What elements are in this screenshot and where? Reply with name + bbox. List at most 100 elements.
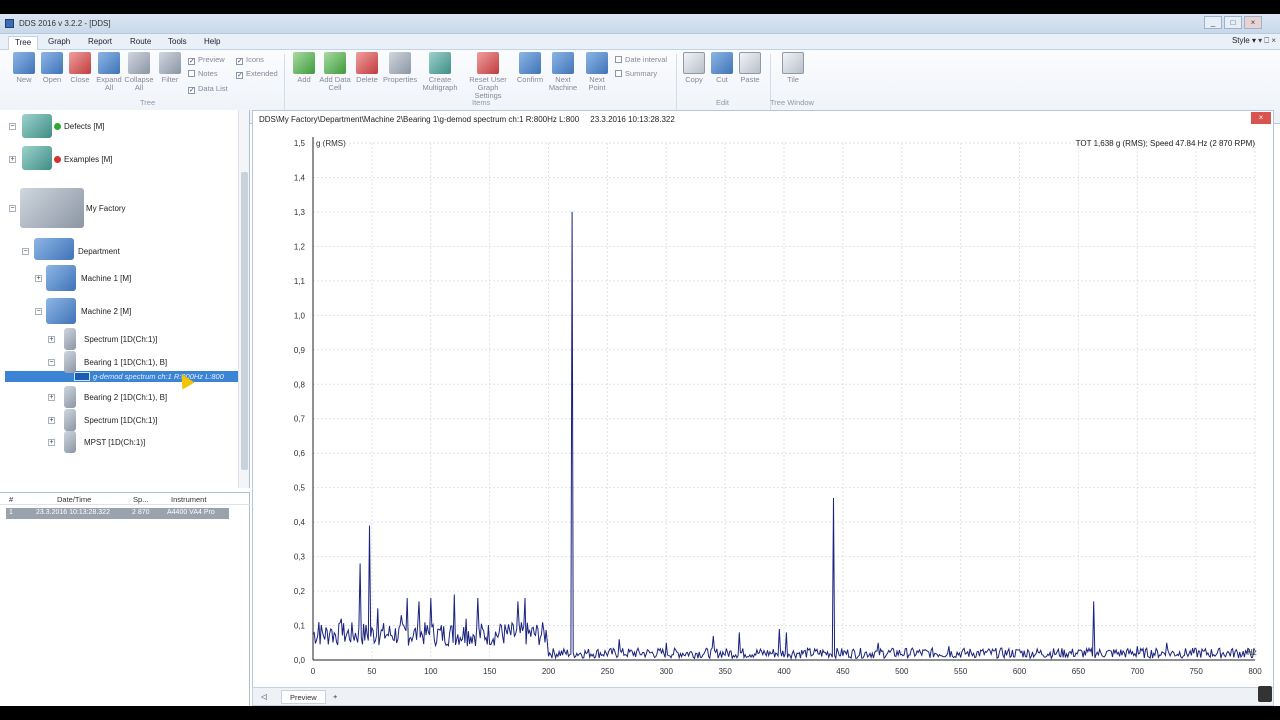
delete-icon <box>356 52 378 74</box>
expander-icon[interactable]: − <box>9 123 16 130</box>
tree-item-g-demod-spectrum[interactable]: g-demod spectrum ch:1 R:800Hz L:800 <box>93 371 224 382</box>
tree-item-label: Spectrum [1D(Ch:1)] <box>84 416 158 425</box>
delete-label: Delete <box>356 75 378 84</box>
column-header-speed[interactable]: Sp... <box>133 495 148 504</box>
icons-check[interactable]: ✓ Icons <box>236 55 264 65</box>
confirm-button[interactable]: Confirm <box>513 52 547 84</box>
scrollbar-thumb[interactable] <box>241 172 248 470</box>
spectrum-chart[interactable]: 0 50 100 150 200 250 300 350 400 450 500 550 600 650 7… <box>253 111 1275 689</box>
summary-check[interactable]: Summary <box>615 69 657 79</box>
x-tick-label: 700 <box>1131 667 1145 676</box>
y-tick-label: 0,5 <box>294 484 306 493</box>
preview-check-label: Preview <box>198 55 225 64</box>
expander-icon[interactable]: + <box>48 394 55 401</box>
cut-icon <box>711 52 733 74</box>
expand-all-button[interactable]: Expand All <box>92 52 126 92</box>
x-tick-label: 500 <box>895 667 909 676</box>
notes-check-label: Notes <box>198 69 218 78</box>
expander-icon[interactable]: + <box>35 275 42 282</box>
properties-button[interactable]: Properties <box>383 52 417 84</box>
column-header-number[interactable]: # <box>9 495 13 504</box>
expander-icon[interactable]: − <box>9 205 16 212</box>
tile-icon <box>782 52 804 74</box>
tree-scrollbar[interactable] <box>238 110 249 488</box>
confirm-icon <box>519 52 541 74</box>
next-point-button[interactable]: Next Point <box>580 52 614 92</box>
tree-item-spectrum[interactable]: Spectrum [1D(Ch:1)] <box>84 335 157 344</box>
expander-icon[interactable]: − <box>48 359 55 366</box>
tab-preview[interactable]: Preview <box>281 690 326 704</box>
data-list-check[interactable]: ✓ Data List <box>188 84 228 94</box>
tree-item-defects[interactable]: Defects [M] <box>54 122 104 131</box>
tree-item-spectrum-2[interactable]: Spectrum [1D(Ch:1)] <box>84 416 157 425</box>
status-green-icon <box>54 123 61 130</box>
x-tick-label: 400 <box>777 667 791 676</box>
tab-route[interactable]: Route <box>124 36 157 50</box>
expander-icon[interactable]: − <box>35 308 42 315</box>
add-data-cell-icon <box>324 52 346 74</box>
tree-item-department[interactable]: Department <box>78 247 120 256</box>
style-menu[interactable]: Style ▾ <box>1232 36 1256 45</box>
properties-label: Properties <box>383 75 418 84</box>
notes-check[interactable]: Notes <box>188 69 218 79</box>
y-tick-label: 0,8 <box>294 380 306 389</box>
extended-check[interactable]: ✓ Extended <box>236 69 278 79</box>
checkbox-icon: ✓ <box>236 72 243 79</box>
tree-item-label: MPST [1D(Ch:1)] <box>84 438 146 447</box>
tile-button[interactable]: Tile <box>776 52 810 84</box>
add-label: Add <box>297 75 311 84</box>
filter-button[interactable]: Filter <box>153 52 187 84</box>
tab-graph[interactable]: Graph <box>42 36 76 50</box>
expander-icon[interactable]: − <box>22 248 29 255</box>
x-tick-label: 650 <box>1072 667 1086 676</box>
tab-add[interactable]: + <box>325 690 345 704</box>
expander-icon[interactable]: + <box>9 156 16 163</box>
paste-button[interactable]: Paste <box>733 52 767 84</box>
tree-item-label: Spectrum [1D(Ch:1)] <box>84 335 158 344</box>
checkbox-icon <box>615 56 622 63</box>
expander-icon[interactable]: + <box>48 336 55 343</box>
window-title: DDS 2016 v 3.2.2 - [DDS] <box>19 19 111 28</box>
tree-item-bearing-2[interactable]: Bearing 2 [1D(Ch:1), B] <box>84 393 167 402</box>
ribbon-controls[interactable]: ▾ ⎕ × <box>1258 36 1276 46</box>
pause-icon[interactable] <box>1258 686 1272 702</box>
tab-tools[interactable]: Tools <box>162 36 193 50</box>
x-tick-label: 550 <box>954 667 968 676</box>
delete-button[interactable]: Delete <box>350 52 384 84</box>
group-divider <box>770 54 771 118</box>
add-data-cell-button[interactable]: Add Data Cell <box>318 52 352 92</box>
edit-group-label: Edit <box>716 98 729 107</box>
cell-number: 1 <box>9 509 13 516</box>
bottom-tab-bar: ◁ Preview + <box>252 687 1274 706</box>
close-folder-icon <box>69 52 91 74</box>
date-interval-check[interactable]: Date interval <box>615 55 667 65</box>
tree-item-bearing-1[interactable]: Bearing 1 [1D(Ch:1), B] <box>84 358 167 367</box>
next-machine-button[interactable]: Next Machine <box>546 52 580 92</box>
new-folder-icon <box>13 52 35 74</box>
x-tick-label: 350 <box>718 667 732 676</box>
tab-nav-left-icon[interactable]: ◁ <box>253 690 275 704</box>
tab-help[interactable]: Help <box>198 36 226 50</box>
tab-tree[interactable]: Tree <box>8 36 39 50</box>
column-header-datetime[interactable]: Date/Time <box>57 495 91 504</box>
tree-item-machine-1[interactable]: Machine 1 [M] <box>81 274 131 283</box>
close-window-button[interactable]: × <box>1244 16 1262 29</box>
reset-user-graph-settings-button[interactable]: Reset User Graph Settings <box>463 52 513 100</box>
maximize-button[interactable]: □ <box>1224 16 1242 29</box>
create-multigraph-button[interactable]: Create Multigraph <box>421 52 459 92</box>
column-header-instrument[interactable]: Instrument <box>171 495 206 504</box>
expander-icon[interactable]: + <box>48 417 55 424</box>
tree-item-machine-2[interactable]: Machine 2 [M] <box>81 307 131 316</box>
add-button[interactable]: Add <box>287 52 321 84</box>
expander-icon[interactable]: + <box>48 439 55 446</box>
minimize-button[interactable]: _ <box>1204 16 1222 29</box>
collapse-all-button[interactable]: Collapse All <box>122 52 156 92</box>
table-row[interactable]: 1 23.3.2016 10:13:28.322 2 870 A4400 VA4… <box>6 508 229 519</box>
tree-item-examples[interactable]: Examples [M] <box>54 155 112 164</box>
preview-check[interactable]: ✓ Preview <box>188 55 225 65</box>
add-icon <box>293 52 315 74</box>
tree-item-my-factory[interactable]: My Factory <box>86 204 126 213</box>
tab-report[interactable]: Report <box>82 36 118 50</box>
paste-icon <box>739 52 761 74</box>
tree-item-mpst[interactable]: MPST [1D(Ch:1)] <box>84 438 145 447</box>
